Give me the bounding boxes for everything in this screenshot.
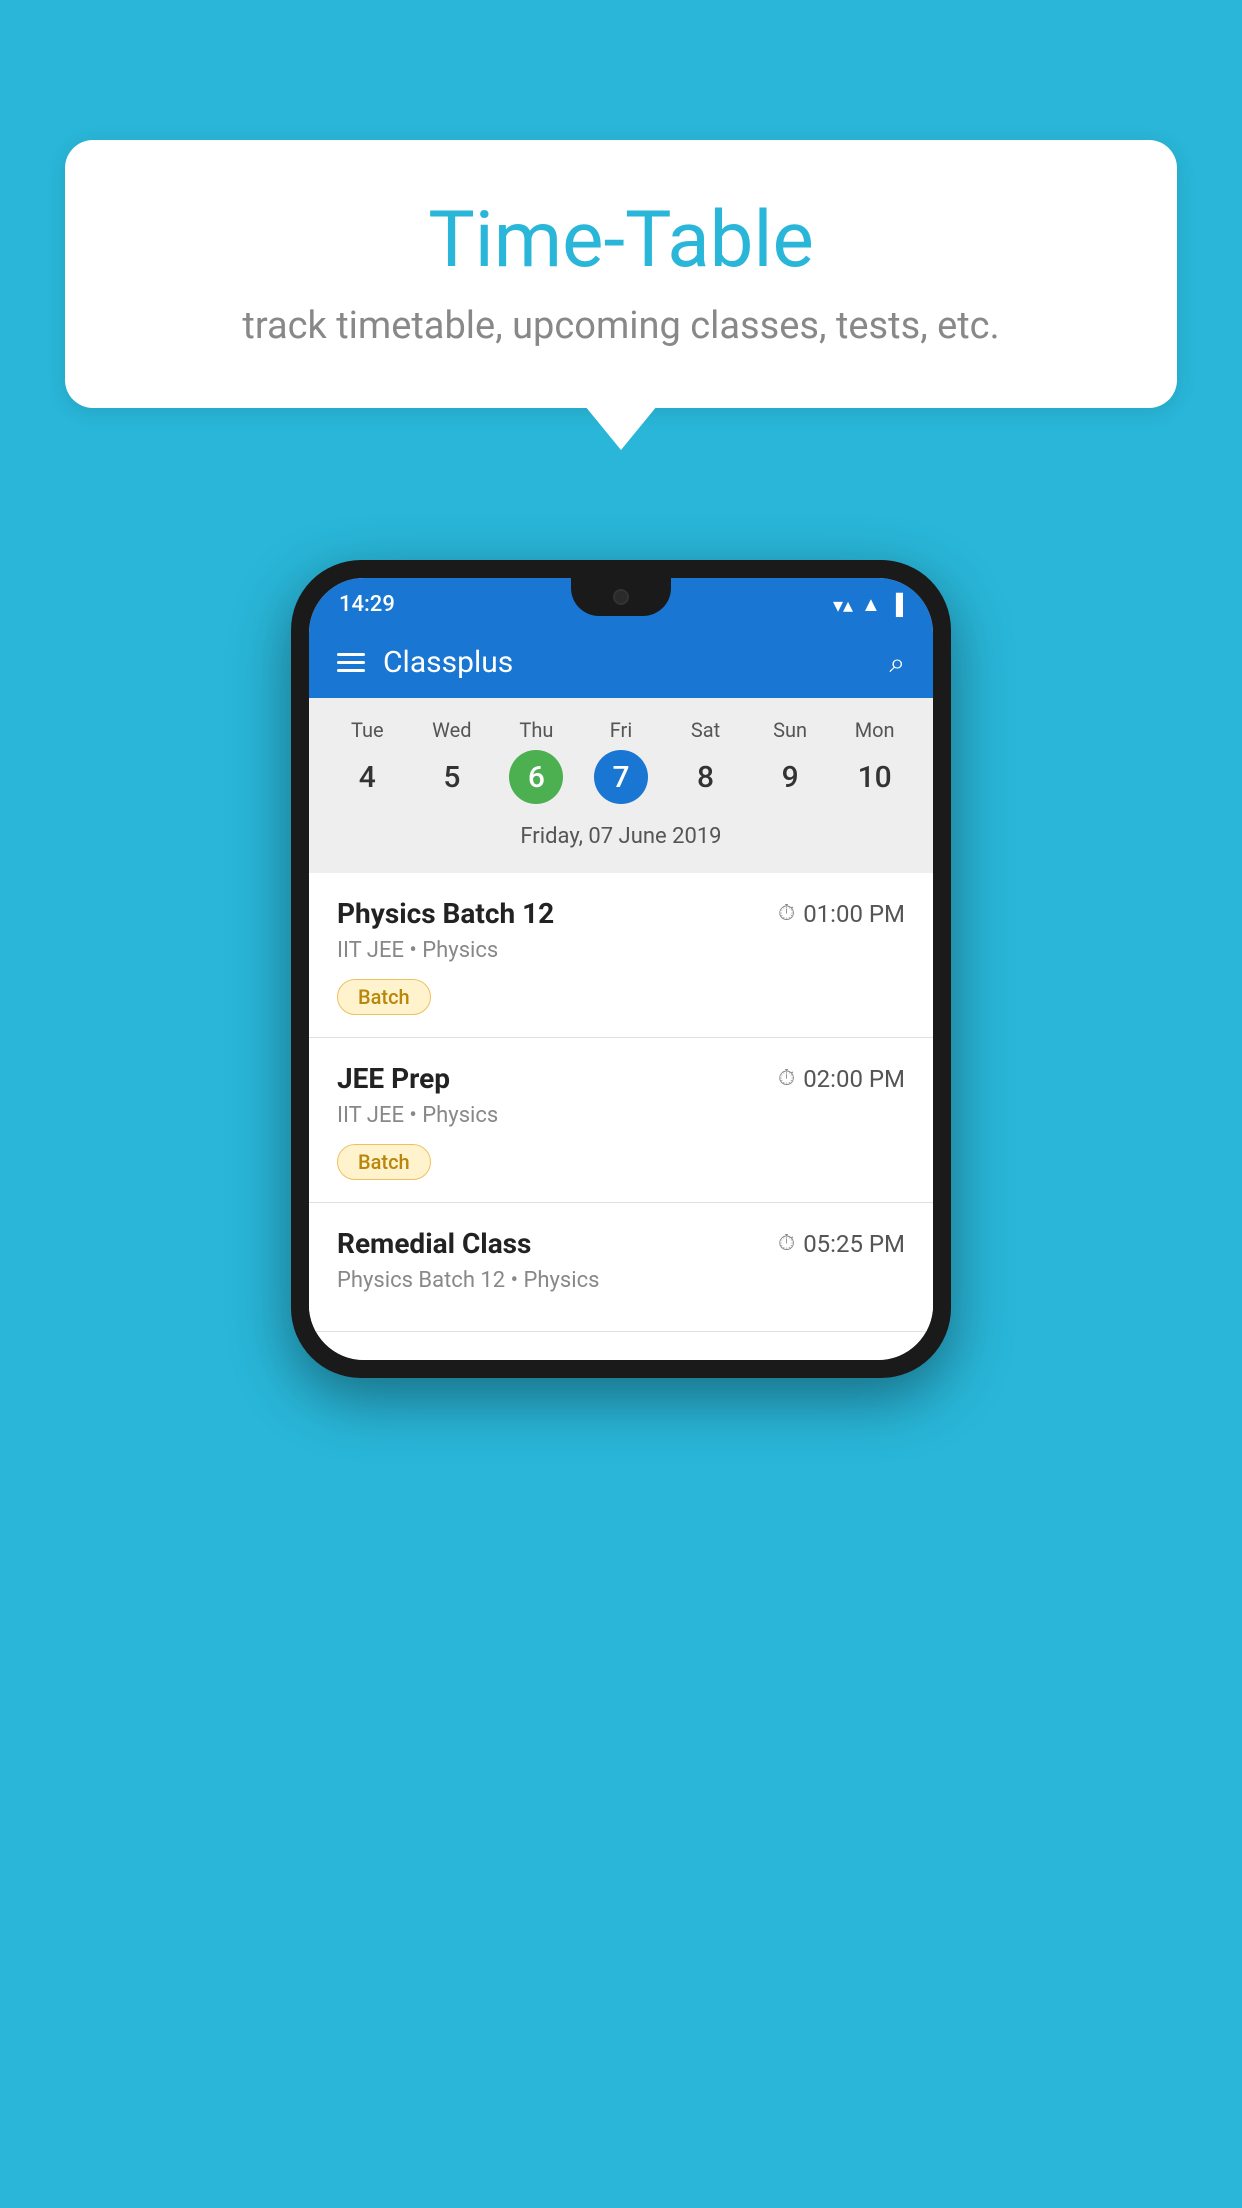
notch (571, 578, 671, 616)
app-header: Classplus ⌕ (309, 627, 933, 698)
day-number: 5 (425, 750, 479, 804)
battery-icon: ▐ (889, 592, 903, 617)
calendar-day[interactable]: Wed 5 (412, 718, 492, 804)
selected-date-label: Friday, 07 June 2019 (325, 814, 917, 863)
clock-icon: ⏱ (778, 1231, 795, 1256)
day-number: 8 (679, 750, 733, 804)
schedule-detail: IIT JEE • Physics (337, 1103, 905, 1128)
status-bar: 14:29 ▾▴ ▲ ▐ (309, 578, 933, 627)
day-name: Sat (691, 718, 720, 742)
clock-icon: ⏱ (778, 1066, 795, 1091)
day-name: Fri (610, 718, 632, 742)
day-number: 6 (509, 750, 563, 804)
days-row: Tue 4 Wed 5 Thu 6 Fri 7 Sat 8 Sun 9 Mon 10 (325, 718, 917, 804)
calendar-day[interactable]: Mon 10 (835, 718, 915, 804)
schedule-item-header: Physics Batch 12 ⏱ 01:00 PM (337, 897, 905, 930)
schedule-time: ⏱ 05:25 PM (778, 1230, 905, 1258)
clock-icon: ⏱ (778, 901, 795, 926)
calendar-section: Tue 4 Wed 5 Thu 6 Fri 7 Sat 8 Sun 9 Mon 10 Friday, 07… (309, 698, 933, 873)
calendar-day[interactable]: Thu 6 (496, 718, 576, 804)
app-title: Classplus (383, 645, 889, 680)
calendar-day[interactable]: Sun 9 (750, 718, 830, 804)
day-number: 7 (594, 750, 648, 804)
schedule-time: ⏱ 02:00 PM (778, 1065, 905, 1093)
phone-mockup: 14:29 ▾▴ ▲ ▐ Classplus ⌕ (291, 560, 951, 1378)
phone-frame: 14:29 ▾▴ ▲ ▐ Classplus ⌕ (291, 560, 951, 1378)
calendar-day[interactable]: Sat 8 (666, 718, 746, 804)
signal-icon: ▲ (861, 592, 881, 617)
schedule-list: Physics Batch 12 ⏱ 01:00 PM IIT JEE • Phys… (309, 873, 933, 1332)
schedule-name: Remedial Class (337, 1227, 531, 1260)
wifi-icon: ▾▴ (833, 593, 853, 617)
schedule-item-header: JEE Prep ⏱ 02:00 PM (337, 1062, 905, 1095)
day-name: Thu (519, 718, 553, 742)
day-name: Wed (432, 718, 471, 742)
calendar-day[interactable]: Tue 4 (327, 718, 407, 804)
schedule-item[interactable]: Remedial Class ⏱ 05:25 PM Physics Batch 12… (309, 1203, 933, 1332)
day-number: 10 (848, 750, 902, 804)
calendar-day[interactable]: Fri 7 (581, 718, 661, 804)
batch-tag: Batch (337, 1144, 431, 1180)
bubble-title: Time-Table (125, 195, 1117, 286)
schedule-detail: Physics Batch 12 • Physics (337, 1268, 905, 1293)
day-name: Sun (773, 718, 807, 742)
phone-screen: 14:29 ▾▴ ▲ ▐ Classplus ⌕ (309, 578, 933, 1360)
schedule-item[interactable]: Physics Batch 12 ⏱ 01:00 PM IIT JEE • Phys… (309, 873, 933, 1038)
schedule-item[interactable]: JEE Prep ⏱ 02:00 PM IIT JEE • Physics Batch (309, 1038, 933, 1203)
status-icons: ▾▴ ▲ ▐ (833, 592, 903, 617)
schedule-item-header: Remedial Class ⏱ 05:25 PM (337, 1227, 905, 1260)
speech-bubble: Time-Table track timetable, upcoming cla… (65, 140, 1177, 408)
hamburger-menu-icon[interactable] (337, 653, 365, 672)
day-name: Mon (855, 718, 895, 742)
status-time: 14:29 (339, 592, 395, 617)
schedule-time: ⏱ 01:00 PM (778, 900, 905, 928)
day-number: 4 (340, 750, 394, 804)
phone-bottom (309, 1332, 933, 1360)
notch-camera (613, 589, 629, 605)
schedule-name: Physics Batch 12 (337, 897, 554, 930)
schedule-detail: IIT JEE • Physics (337, 938, 905, 963)
batch-tag: Batch (337, 979, 431, 1015)
speech-bubble-container: Time-Table track timetable, upcoming cla… (65, 140, 1177, 408)
bubble-subtitle: track timetable, upcoming classes, tests… (125, 304, 1117, 348)
schedule-name: JEE Prep (337, 1062, 450, 1095)
search-icon[interactable]: ⌕ (889, 646, 905, 680)
day-number: 9 (763, 750, 817, 804)
day-name: Tue (351, 718, 384, 742)
